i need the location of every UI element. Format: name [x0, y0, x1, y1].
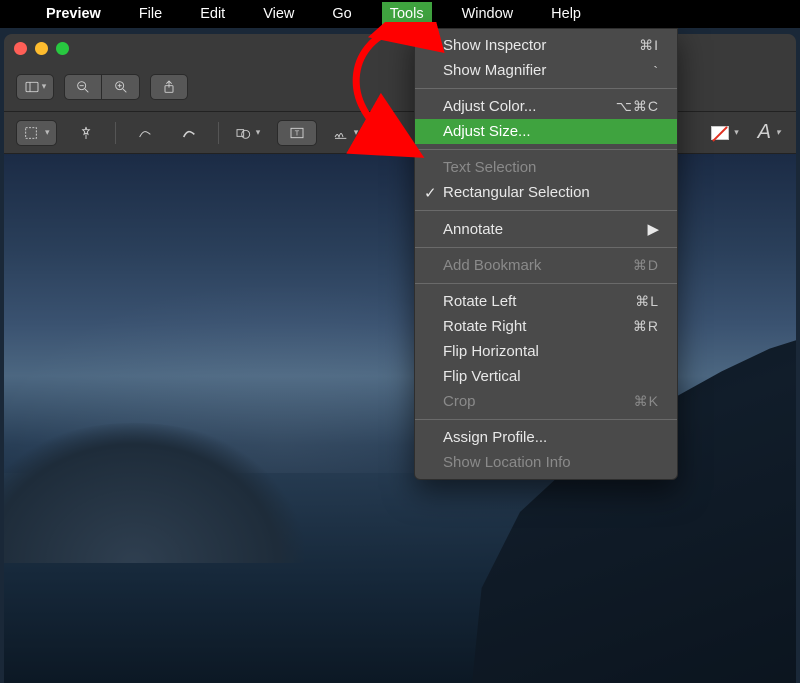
- menu-go[interactable]: Go: [324, 2, 359, 26]
- minimize-traffic-light[interactable]: [35, 42, 48, 55]
- menu-separator: [415, 419, 677, 420]
- menu-item-flip-horizontal[interactable]: Flip Horizontal: [415, 339, 677, 364]
- font-style-label: A: [758, 121, 771, 144]
- close-traffic-light[interactable]: [14, 42, 27, 55]
- text-style-button[interactable]: A ▾: [754, 120, 784, 146]
- menu-separator: [415, 88, 677, 89]
- chevron-down-icon: ▾: [45, 127, 50, 138]
- zoom-traffic-light[interactable]: [56, 42, 69, 55]
- menu-item-show-location-info: Show Location Info: [415, 450, 677, 475]
- menu-file[interactable]: File: [131, 2, 170, 26]
- macos-menubar: Preview File Edit View Go Tools Window H…: [0, 0, 800, 28]
- checkmark-icon: ✓: [424, 184, 437, 202]
- menu-tools[interactable]: Tools: [382, 2, 432, 26]
- menu-item-show-inspector[interactable]: Show Inspector⌘I: [415, 33, 677, 58]
- app-menu-preview[interactable]: Preview: [38, 2, 109, 26]
- menu-separator: [415, 149, 677, 150]
- landscape-island-left: [4, 423, 304, 563]
- sidebar-view-button[interactable]: ▾: [16, 74, 54, 100]
- menu-separator: [415, 210, 677, 211]
- fill-color-button[interactable]: ▾: [710, 120, 740, 146]
- menu-item-annotate[interactable]: Annotate▶: [415, 216, 677, 242]
- menu-help[interactable]: Help: [543, 2, 589, 26]
- zoom-segment: [64, 74, 140, 100]
- instant-alpha-button[interactable]: [71, 120, 101, 146]
- chevron-down-icon: ▾: [776, 127, 781, 138]
- menu-item-crop: Crop⌘K: [415, 389, 677, 414]
- submenu-arrow-icon: ▶: [647, 220, 659, 238]
- text-tool-button[interactable]: T: [277, 120, 317, 146]
- menu-window[interactable]: Window: [454, 2, 522, 26]
- menu-item-rotate-left[interactable]: Rotate Left⌘L: [415, 289, 677, 314]
- menu-edit[interactable]: Edit: [192, 2, 233, 26]
- svg-text:T: T: [294, 128, 299, 137]
- chevron-down-icon: ▾: [734, 127, 739, 138]
- menu-item-text-selection: Text Selection: [415, 155, 677, 180]
- no-fill-swatch-icon: [711, 126, 729, 140]
- tools-menu-dropdown: Show Inspector⌘I Show Magnifier` Adjust …: [414, 28, 678, 480]
- sketch-button[interactable]: [130, 120, 160, 146]
- menu-separator: [415, 247, 677, 248]
- toolbar-divider: [115, 122, 116, 144]
- zoom-in-button[interactable]: [102, 74, 140, 100]
- menu-item-show-magnifier[interactable]: Show Magnifier`: [415, 58, 677, 83]
- toolbar-divider: [218, 122, 219, 144]
- menu-item-add-bookmark: Add Bookmark⌘D: [415, 253, 677, 278]
- menu-item-rotate-right[interactable]: Rotate Right⌘R: [415, 314, 677, 339]
- menu-item-adjust-color[interactable]: Adjust Color...⌥⌘C: [415, 94, 677, 119]
- menu-item-assign-profile[interactable]: Assign Profile...: [415, 425, 677, 450]
- selection-tool-button[interactable]: ▾: [16, 120, 57, 146]
- zoom-out-button[interactable]: [64, 74, 102, 100]
- chevron-down-icon: ▾: [354, 127, 359, 138]
- menu-item-adjust-size[interactable]: Adjust Size...: [415, 119, 677, 144]
- shapes-button[interactable]: ▾: [233, 120, 263, 146]
- draw-button[interactable]: [174, 120, 204, 146]
- menu-separator: [415, 283, 677, 284]
- share-button[interactable]: [150, 74, 188, 100]
- menu-item-flip-vertical[interactable]: Flip Vertical: [415, 364, 677, 389]
- chevron-down-icon: ▾: [42, 81, 47, 92]
- sign-button[interactable]: ▾: [331, 120, 361, 146]
- chevron-down-icon: ▾: [256, 127, 261, 138]
- menu-item-rectangular-selection[interactable]: ✓Rectangular Selection: [415, 180, 677, 205]
- menu-view[interactable]: View: [255, 2, 302, 26]
